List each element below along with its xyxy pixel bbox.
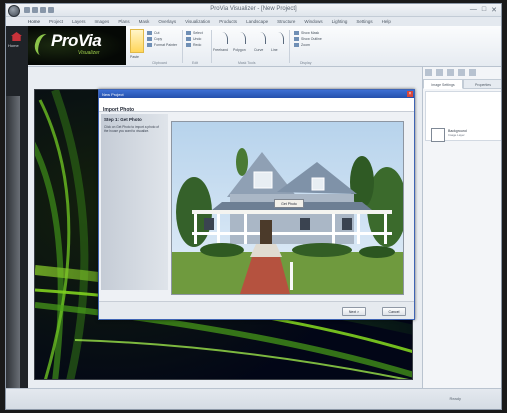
dialog-title-bar: New Project [99,90,414,98]
outline-icon [294,37,299,42]
tab-structure[interactable]: Structure [277,17,295,26]
cut-button[interactable]: Cut [147,31,159,36]
tab-overlays[interactable]: Overlays [158,17,176,26]
new-layer-icon[interactable] [425,69,432,76]
dialog-header: Import Photo [99,98,414,113]
ribbon-separator [211,30,212,63]
tab-images[interactable]: Images [95,17,110,26]
tab-layers[interactable]: Layers [72,17,86,26]
copy-button[interactable]: Copy [147,37,162,42]
undo-button[interactable]: Undo [186,37,201,42]
group-label-clipboard: Clipboard [152,61,167,65]
tab-lighting[interactable]: Lighting [332,17,348,26]
paste-label: Paste [130,55,139,59]
group-label-mask-tools: Mask Tools [238,61,256,65]
logo-subtitle: Visualizer [78,50,100,56]
dialog-title: New Project [102,91,124,97]
tab-products[interactable]: Products [219,17,237,26]
format-painter-icon [147,43,152,48]
dialog-footer: Next > Cancel [99,301,414,319]
select-icon [186,31,191,36]
freehand-tool-icon[interactable] [218,32,228,44]
tab-mask[interactable]: Mask [139,17,150,26]
redo-small-icon [186,43,191,48]
select-button[interactable]: Select [186,31,203,36]
maximize-button[interactable]: □ [482,6,486,14]
status-bar: Ready [6,388,501,409]
dialog-close-button[interactable]: × [407,91,413,97]
step-panel: Step 1: Get Photo Click on Get Photo to … [101,114,168,290]
tab-landscape[interactable]: Landscape [246,17,268,26]
copy-icon [147,37,152,42]
step-description: Click on Get Photo to import a photo of … [104,125,159,133]
tool-label-freehand: Freehand [213,48,228,52]
group-label-display: Display [300,61,312,65]
move-up-icon[interactable] [447,69,454,76]
window-controls: — □ ✕ [470,6,497,14]
layer-thumbnail[interactable] [431,128,445,142]
tab-image-settings[interactable]: Image Settings [423,79,463,89]
tool-label-line: Line [271,48,278,52]
ribbon-separator [182,30,183,63]
get-photo-button[interactable]: Get Photo [274,199,304,208]
tab-windows[interactable]: Windows [304,17,322,26]
tab-properties[interactable]: Properties [463,79,501,89]
group-label-edit: Edit [192,61,199,65]
format-painter-button[interactable]: Format Painter [147,43,177,48]
sidebar-shadow [6,96,20,409]
provia-logo: ProVia Visualizer [28,26,126,65]
zoom-icon [294,43,299,48]
paste-button[interactable] [130,29,144,53]
tab-project[interactable]: Project [49,17,63,26]
cancel-button[interactable]: Cancel [382,307,406,316]
step-title: Step 1: Get Photo [104,117,142,122]
status-text: Ready [449,396,461,401]
canvas-area: New Project × Import Photo Step 1: Get P… [28,67,420,390]
curve-tool-icon[interactable] [256,32,266,44]
right-panel: Image Settings Properties Background Ima… [422,67,501,390]
tool-label-polygon: Polygon [233,48,246,52]
tab-help[interactable]: Help [382,17,391,26]
window-title: ProVia Visualizer - [New Project] [210,6,297,12]
layer-item-sub: Image Layer [448,133,465,137]
tab-visualization[interactable]: Visualization [185,17,210,26]
logo-brand: ProVia [51,31,102,50]
move-down-icon[interactable] [458,69,465,76]
tab-settings[interactable]: Settings [356,17,372,26]
tab-plans[interactable]: Plans [118,17,129,26]
close-button[interactable]: ✕ [491,6,497,14]
ribbon-separator [289,30,290,63]
undo-small-icon [186,37,191,42]
zoom-button[interactable]: Zoom [294,43,310,48]
tab-home[interactable]: Home [28,17,40,26]
home-icon[interactable] [11,32,22,41]
house-photo [172,122,407,294]
show-outline-button[interactable]: Show Outline [294,37,322,42]
title-bar: ProVia Visualizer - [New Project] — □ ✕ [6,4,501,17]
left-sidebar: Home [6,26,28,409]
minimize-button[interactable]: — [470,6,477,14]
line-tool-icon[interactable] [274,32,284,44]
ribbon: ProVia Visualizer Paste Cut Copy Format … [6,26,501,67]
next-button[interactable]: Next > [342,307,366,316]
show-mask-button[interactable]: Show Mask [294,31,319,36]
new-project-dialog: New Project × Import Photo Step 1: Get P… [98,89,415,320]
house-photo-preview: Get Photo [171,121,407,295]
tool-label-curve: Curve [254,48,264,52]
delete-layer-icon[interactable] [436,69,443,76]
polygon-tool-icon[interactable] [236,32,246,44]
right-panel-toolbar [425,69,476,76]
cut-icon [147,31,152,36]
ribbon-tabs: Home Project Layers Images Plans Mask Ov… [6,17,501,26]
layer-options-icon[interactable] [469,69,476,76]
redo-button[interactable]: Redo [186,43,201,48]
app-window: ProVia Visualizer - [New Project] — □ ✕ … [5,3,502,410]
right-panel-tabs: Image Settings Properties [423,79,501,89]
home-label: Home [8,43,19,48]
dialog-heading: Import Photo [103,107,135,113]
mask-icon [294,31,299,36]
